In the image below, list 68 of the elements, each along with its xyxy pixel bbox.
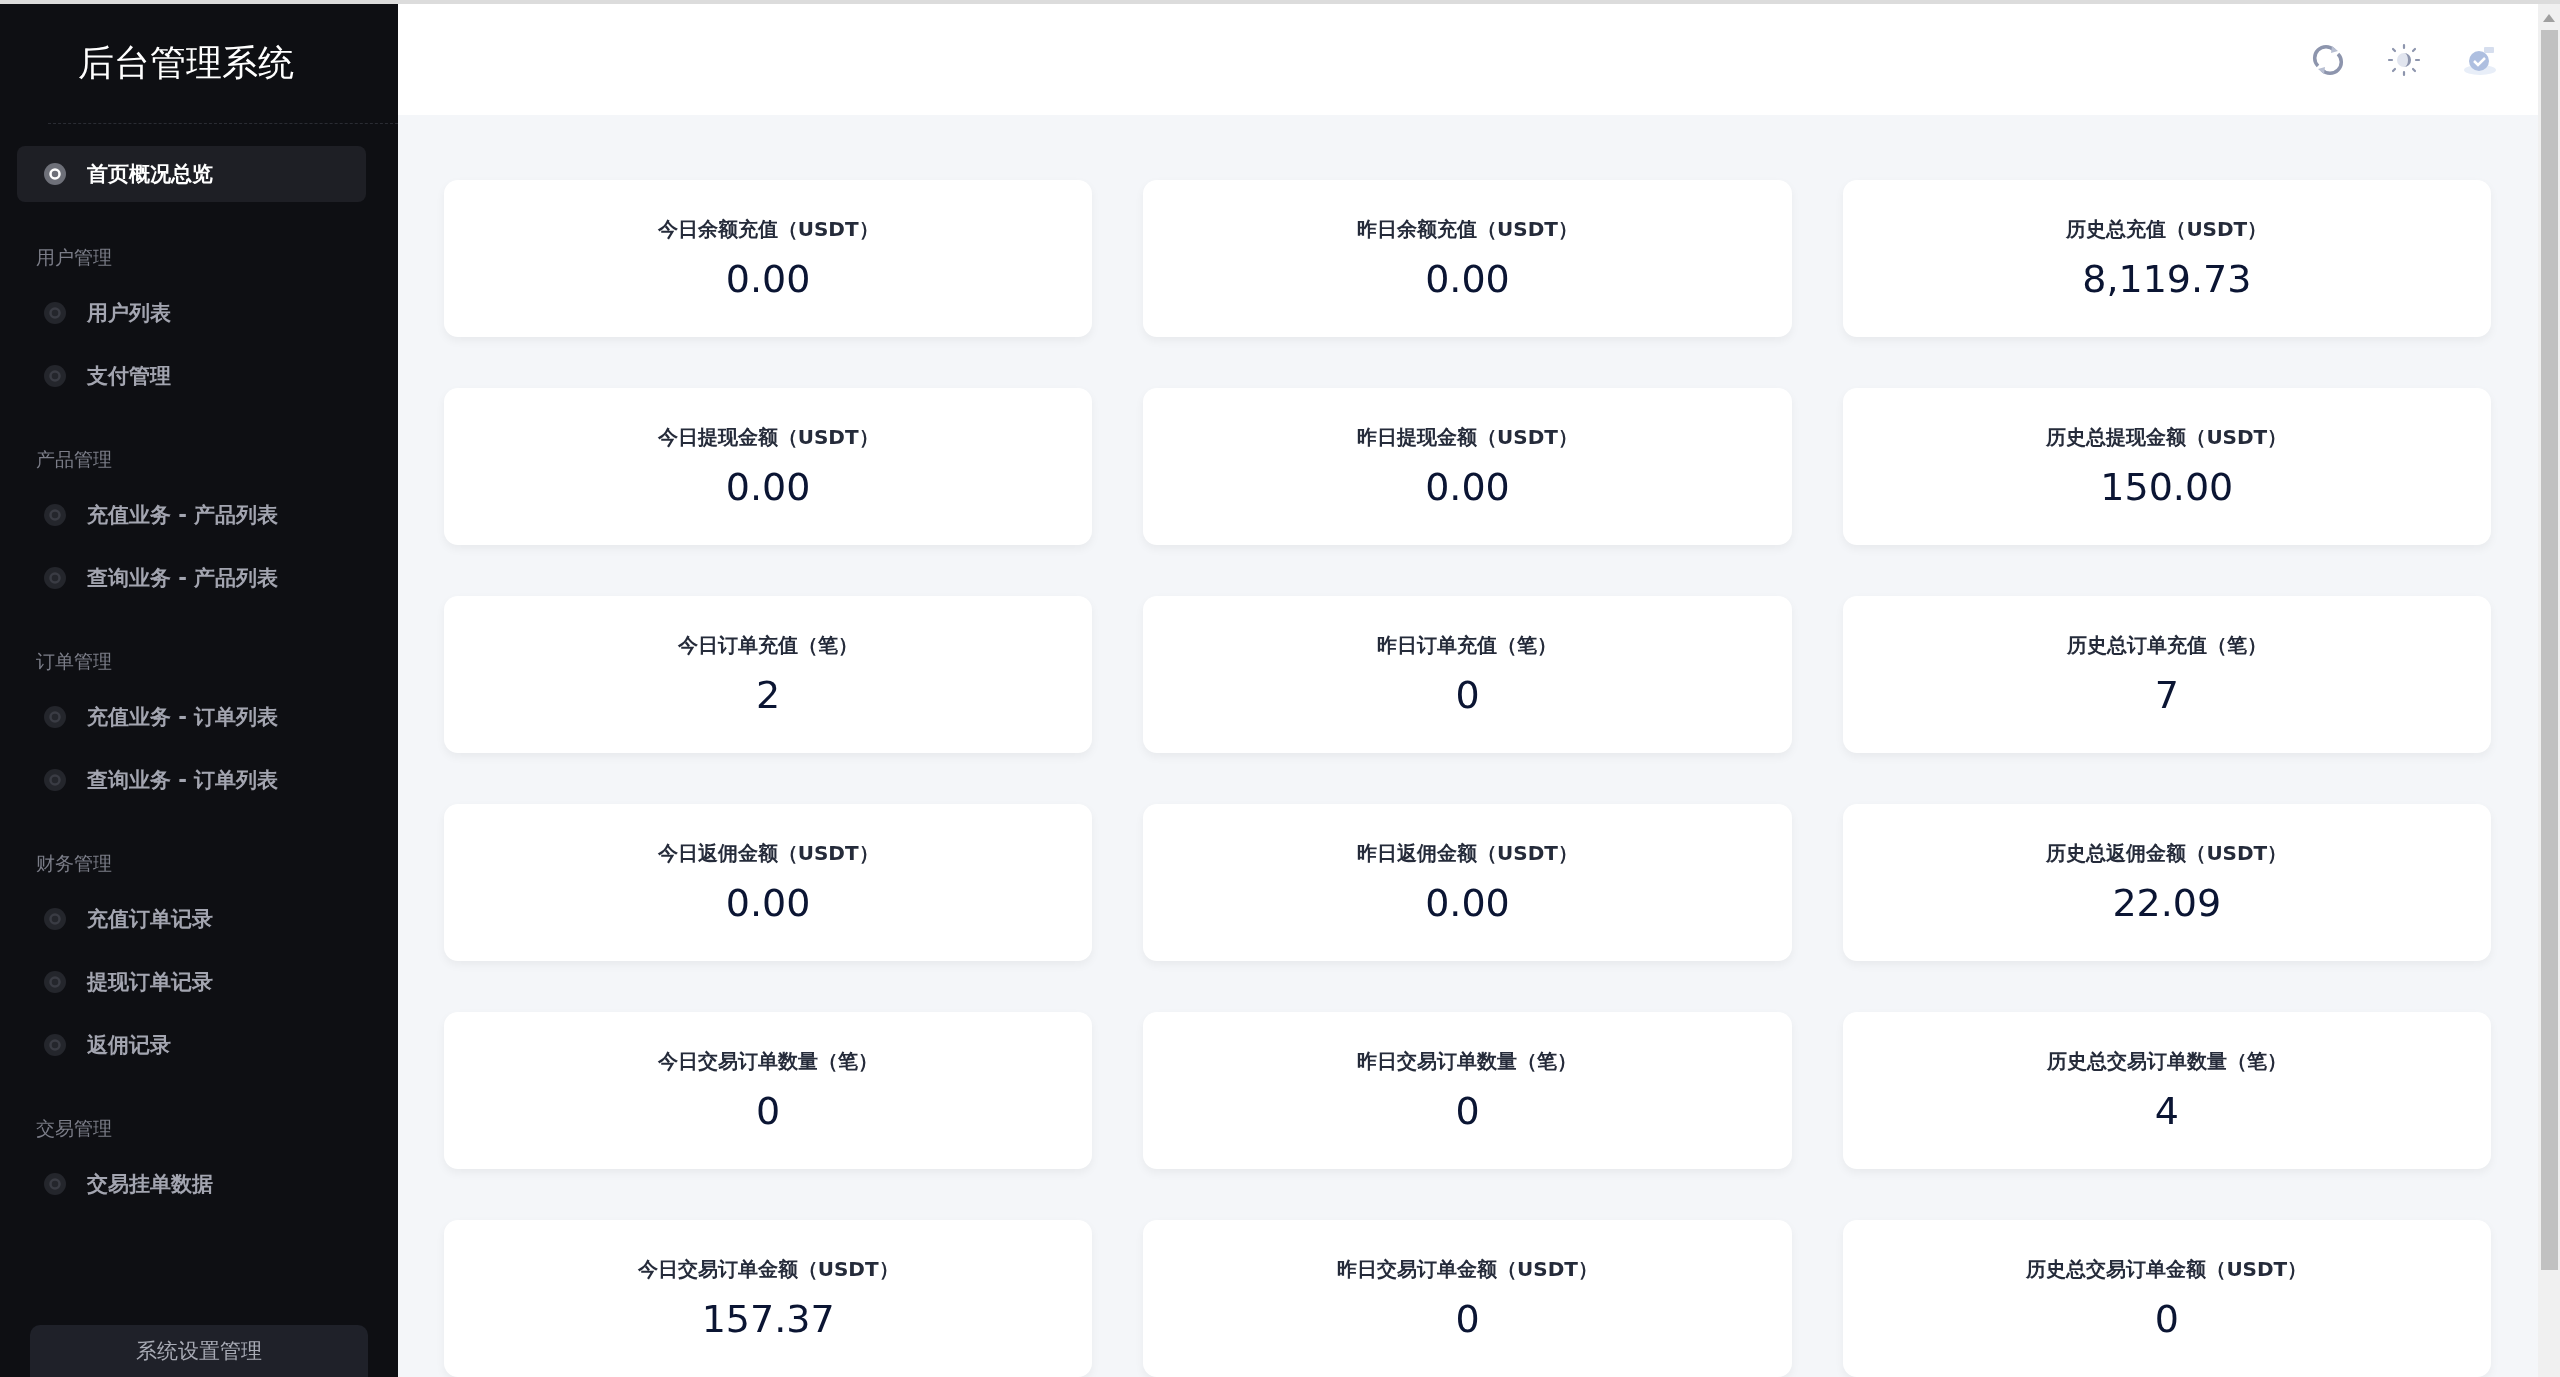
- stat-value: 0: [1455, 1089, 1480, 1133]
- nav-item[interactable]: 查询业务 - 产品列表: [17, 550, 366, 606]
- nav-item[interactable]: 充值订单记录: [17, 891, 366, 947]
- nav-item[interactable]: 支付管理: [17, 348, 366, 404]
- disc-icon: [43, 503, 67, 527]
- scroll-up-icon[interactable]: [2543, 14, 2555, 22]
- stat-label: 今日余额充值（USDT）: [657, 216, 879, 243]
- disc-icon: [43, 1033, 67, 1057]
- disc-icon: [43, 566, 67, 590]
- disc-icon: [43, 301, 67, 325]
- nav-item[interactable]: 首页概况总览: [17, 146, 366, 202]
- disc-icon: [43, 162, 67, 186]
- stat-label: 历史总返佣金额（USDT）: [2046, 840, 2288, 867]
- stat-value: 0.00: [725, 257, 811, 301]
- nav-item[interactable]: 提现订单记录: [17, 954, 366, 1010]
- stat-value: 0: [1455, 673, 1480, 717]
- stat-value: 0.00: [725, 881, 811, 925]
- theme-icon[interactable]: [2386, 41, 2422, 78]
- stat-label: 今日订单充值（笔）: [678, 632, 859, 659]
- stat-value: 0: [756, 1089, 781, 1133]
- stat-value: 2: [756, 673, 781, 717]
- stat-label: 今日交易订单数量（笔）: [658, 1048, 879, 1075]
- stat-label: 昨日返佣金额（USDT）: [1357, 840, 1578, 867]
- nav-group-label: 订单管理: [35, 649, 113, 674]
- settings-button[interactable]: 系统设置管理: [30, 1325, 368, 1377]
- nav-group-label: 交易管理: [35, 1116, 113, 1141]
- nav-item[interactable]: 交易挂单数据: [17, 1156, 366, 1212]
- disc-icon: [43, 970, 67, 994]
- disc-icon: [43, 364, 67, 388]
- stat-label: 昨日余额充值（USDT）: [1357, 216, 1578, 243]
- stat-value: 0.00: [1425, 465, 1510, 509]
- stat-label: 历史总订单充值（笔）: [2066, 632, 2267, 659]
- stat-value: 7: [2154, 673, 2179, 717]
- stat-label: 今日提现金额（USDT）: [657, 424, 879, 451]
- disc-icon: [43, 705, 67, 729]
- stat-label: 昨日交易订单金额（USDT）: [1337, 1256, 1598, 1283]
- stat-label: 历史总充值（USDT）: [2066, 216, 2268, 243]
- disc-icon: [43, 907, 67, 931]
- nav-item[interactable]: 充值业务 - 订单列表: [17, 689, 366, 745]
- stat-label: 历史总提现金额（USDT）: [2046, 424, 2288, 451]
- nav-item[interactable]: 查询业务 - 订单列表: [17, 752, 366, 808]
- stat-label: 昨日提现金额（USDT）: [1357, 424, 1578, 451]
- disc-icon: [43, 768, 67, 792]
- stat-label: 历史总交易订单金额（USDT）: [2026, 1256, 2308, 1283]
- stat-value: 0.00: [725, 465, 811, 509]
- stat-label: 历史总交易订单数量（笔）: [2046, 1048, 2287, 1075]
- stat-value: 0.00: [1425, 257, 1510, 301]
- nav-group-label: 用户管理: [35, 245, 113, 270]
- stat-value: 157.37: [701, 1297, 835, 1341]
- stat-value: 4: [2154, 1089, 2179, 1133]
- stat-value: 8,119.73: [2082, 257, 2252, 301]
- stat-value: 22.09: [2112, 881, 2222, 925]
- nav-group-label: 财务管理: [35, 851, 113, 876]
- nav-item[interactable]: 返佣记录: [17, 1017, 366, 1073]
- disc-icon: [43, 1172, 67, 1196]
- stat-value: 0.00: [1425, 881, 1510, 925]
- stat-value: 0: [2154, 1297, 2179, 1341]
- stat-value: 0: [1455, 1297, 1480, 1341]
- nav-item[interactable]: 充值业务 - 产品列表: [17, 487, 366, 543]
- stat-value: 150.00: [2100, 465, 2234, 509]
- stat-label: 昨日订单充值（笔）: [1377, 632, 1558, 659]
- scrollbar[interactable]: [2538, 4, 2560, 1377]
- stat-label: 今日返佣金额（USDT）: [657, 840, 879, 867]
- nav-item[interactable]: 用户列表: [17, 285, 366, 341]
- stat-label: 今日交易订单金额（USDT）: [637, 1256, 899, 1283]
- nav-group-label: 产品管理: [35, 447, 113, 472]
- scroll-thumb[interactable]: [2540, 30, 2558, 1270]
- stat-label: 昨日交易订单数量（笔）: [1357, 1048, 1578, 1075]
